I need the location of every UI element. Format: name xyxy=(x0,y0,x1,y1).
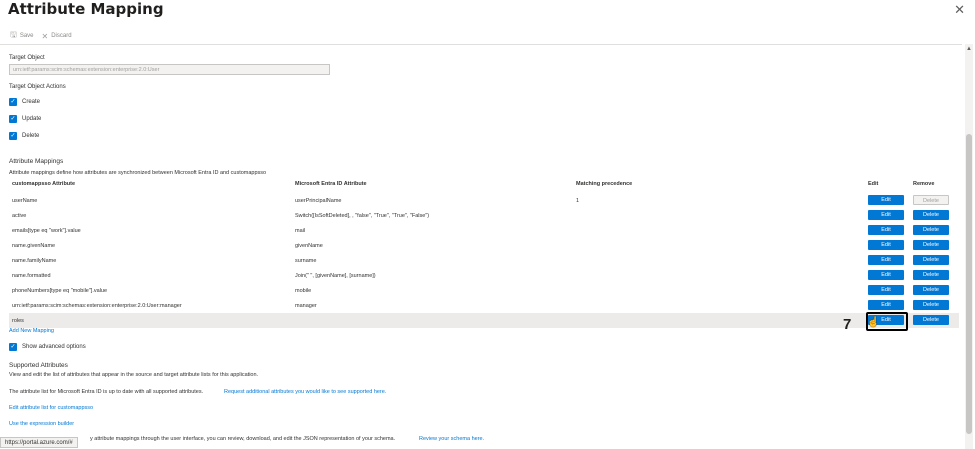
table-row: phoneNumbers[type eq "mobile"].value mob… xyxy=(9,283,959,298)
delete-button[interactable]: Delete xyxy=(913,315,949,325)
checkbox-label: Show advanced options xyxy=(22,344,86,350)
target-object-label: Target Object xyxy=(9,55,45,61)
target-attribute: urn:ietf:params:scim:schemas:extension:e… xyxy=(12,303,182,309)
table-row: name.familyName surname Edit Delete xyxy=(9,253,959,268)
update-checkbox[interactable]: ✓ Update xyxy=(9,115,41,123)
column-header: Matching precedence xyxy=(576,181,633,187)
delete-checkbox[interactable]: ✓ Delete xyxy=(9,132,39,140)
delete-button[interactable]: Delete xyxy=(913,300,949,310)
show-advanced-checkbox[interactable]: ✓ Show advanced options xyxy=(9,343,86,351)
step-number: 7 xyxy=(843,316,852,333)
discard-button[interactable]: ✕ Discard xyxy=(42,32,72,41)
edit-button[interactable]: Edit xyxy=(868,195,904,205)
column-header: customappsso Attribute xyxy=(12,181,76,187)
supported-attributes-title: Supported Attributes xyxy=(9,362,68,369)
save-icon: 🖫 xyxy=(10,30,17,39)
checkbox-label: Delete xyxy=(22,133,40,139)
source-attribute: surname xyxy=(295,258,317,264)
target-attribute: active xyxy=(12,213,27,219)
supported-status-text: The attribute list for Microsoft Entra I… xyxy=(9,389,204,395)
target-attribute: emails[type eq "work"].value xyxy=(12,228,81,234)
table-header: customappsso Attribute Microsoft Entra I… xyxy=(9,181,954,191)
table-row: emails[type eq "work"].value mail Edit D… xyxy=(9,223,959,238)
edit-button[interactable]: Edit xyxy=(868,270,904,280)
checkmark-icon: ✓ xyxy=(9,132,17,140)
table-row: name.givenName givenName Edit Delete xyxy=(9,238,959,253)
table-row: userName userPrincipalName 1 Edit Delete xyxy=(9,193,959,208)
edit-button[interactable]: Edit xyxy=(868,240,904,250)
delete-button[interactable]: Delete xyxy=(913,225,949,235)
matching-precedence: 1 xyxy=(576,198,580,204)
checkmark-icon: ✓ xyxy=(9,343,17,351)
attribute-mappings-description: Attribute mappings define how attributes… xyxy=(9,170,267,176)
target-attribute: name.formatted xyxy=(12,273,51,279)
save-label: Save xyxy=(19,33,34,39)
scrollbar[interactable]: ▲ xyxy=(965,44,973,449)
edit-button[interactable]: Edit xyxy=(868,285,904,295)
edit-button[interactable]: Edit xyxy=(868,255,904,265)
source-attribute: Join(" ", [givenName], [surname]) xyxy=(295,273,376,279)
source-attribute: mail xyxy=(295,228,306,234)
create-checkbox[interactable]: ✓ Create xyxy=(9,98,40,106)
target-attribute: roles xyxy=(12,318,24,324)
supported-attributes-description: View and edit the list of attributes tha… xyxy=(9,372,259,378)
column-header: Microsoft Entra ID Attribute xyxy=(295,181,367,187)
source-attribute: givenName xyxy=(295,243,323,249)
target-attribute: userName xyxy=(12,198,38,204)
target-attribute: phoneNumbers[type eq "mobile"].value xyxy=(12,288,108,294)
table-row: name.formatted Join(" ", [givenName], [s… xyxy=(9,268,959,283)
target-attribute: name.familyName xyxy=(12,258,57,264)
expression-builder-link[interactable]: Use the expression builder xyxy=(9,421,74,427)
attribute-mappings-title: Attribute Mappings xyxy=(9,158,64,165)
target-object-field: urn:ietf:params:scim:schemas:extension:e… xyxy=(9,64,330,75)
checkbox-label: Create xyxy=(22,99,41,105)
checkbox-label: Update xyxy=(22,116,42,122)
column-header: Remove xyxy=(913,181,935,187)
edit-button[interactable]: Edit xyxy=(868,225,904,235)
status-bar-url: https://portal.azure.com/# xyxy=(0,437,78,448)
source-attribute: userPrincipalName xyxy=(295,198,342,204)
discard-label: Discard xyxy=(51,33,72,39)
delete-button[interactable]: Delete xyxy=(913,255,949,265)
request-attributes-link[interactable]: Request additional attributes you would … xyxy=(224,389,386,395)
table-row: urn:ietf:params:scim:schemas:extension:e… xyxy=(9,298,959,313)
schema-description: y attribute mappings through the user in… xyxy=(90,436,396,442)
delete-button[interactable]: Delete xyxy=(913,285,949,295)
edit-button[interactable]: Edit xyxy=(868,300,904,310)
edit-button[interactable]: Edit xyxy=(868,210,904,220)
source-attribute: manager xyxy=(295,303,317,309)
title-bar: Attribute Mapping ··· ✕ xyxy=(0,0,975,22)
scroll-thumb[interactable] xyxy=(966,134,972,434)
delete-button: Delete xyxy=(913,195,949,205)
save-button[interactable]: 🖫 Save xyxy=(10,29,34,43)
discard-icon: ✕ xyxy=(41,31,49,41)
toolbar-divider xyxy=(0,44,962,45)
source-attribute: Switch([IsSoftDeleted], , "false", "True… xyxy=(295,213,430,219)
edit-attribute-list-link[interactable]: Edit attribute list for customappsso xyxy=(9,405,93,411)
close-icon[interactable]: ✕ xyxy=(954,2,965,18)
delete-button[interactable]: Delete xyxy=(913,240,949,250)
delete-button[interactable]: Delete xyxy=(913,210,949,220)
table-row: active Switch([IsSoftDeleted], , "false"… xyxy=(9,208,959,223)
table-row-selected: roles Edit Delete xyxy=(9,313,959,328)
review-schema-link[interactable]: Review your schema here. xyxy=(419,436,484,442)
pointer-cursor-icon: ☝ xyxy=(867,317,880,328)
column-header: Edit xyxy=(868,181,879,187)
checkmark-icon: ✓ xyxy=(9,115,17,123)
scroll-up-icon[interactable]: ▲ xyxy=(966,46,972,52)
target-actions-label: Target Object Actions xyxy=(9,84,66,90)
toolbar: 🖫 Save ✕ Discard xyxy=(10,30,72,42)
checkmark-icon: ✓ xyxy=(9,98,17,106)
more-options-icon[interactable]: ··· xyxy=(113,3,126,14)
page-title: Attribute Mapping xyxy=(8,0,164,18)
delete-button[interactable]: Delete xyxy=(913,270,949,280)
add-new-mapping-link[interactable]: Add New Mapping xyxy=(9,328,54,334)
target-attribute: name.givenName xyxy=(12,243,56,249)
source-attribute: mobile xyxy=(295,288,312,294)
